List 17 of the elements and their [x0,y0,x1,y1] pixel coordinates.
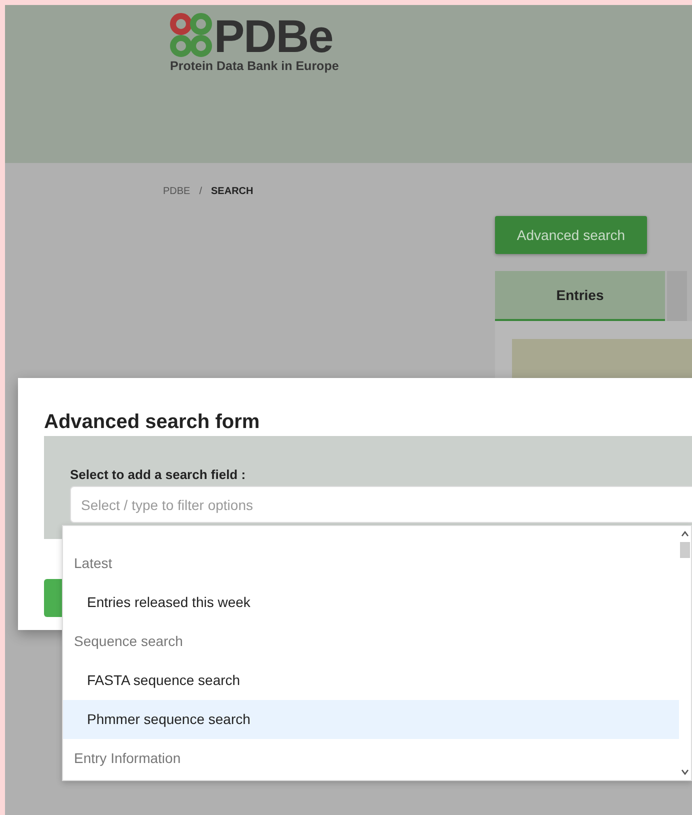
option-group-label: Sequence search [73,632,184,651]
modal-title: Advanced search form [44,410,261,435]
option-group-label: Latest [73,554,114,573]
logo-subtitle: Protein Data Bank in Europe [170,59,340,73]
dropdown-option[interactable]: Entries released this week [63,583,679,622]
scrollbar-thumb[interactable] [680,542,690,558]
field-label: Select to add a search field : [70,466,247,484]
tab[interactable]: Entries [495,271,665,321]
dropdown-option[interactable]: FASTA sequence search [63,661,679,700]
logo-icon [170,13,212,59]
search-field-select[interactable]: Select / type to filter options [70,486,692,523]
breadcrumb-separator: / [199,186,202,197]
logo-wordmark: PDBe [214,11,333,61]
scroll-down-icon[interactable] [680,768,690,776]
option-group-label: Entry Information [73,749,182,768]
scroll-up-icon[interactable] [680,530,690,538]
dropdown-option[interactable]: Phmmer sequence search [63,700,679,739]
